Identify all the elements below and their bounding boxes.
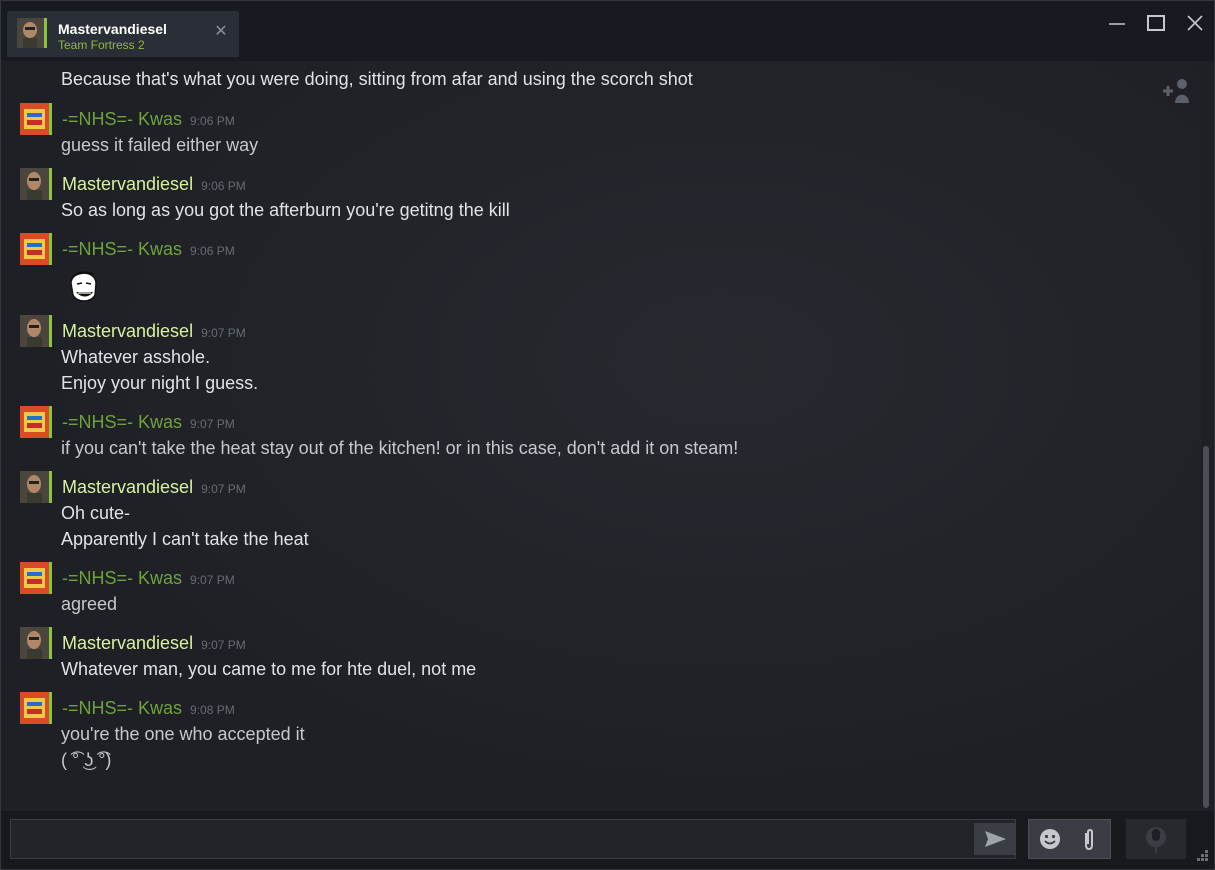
microphone-icon <box>1146 827 1166 853</box>
add-friend-icon[interactable] <box>1161 77 1193 105</box>
timestamp: 9:07 PM <box>201 638 246 652</box>
author-name[interactable]: Mastervandiesel 9:07 PM <box>62 477 246 498</box>
tab-game: Team Fortress 2 <box>58 38 145 52</box>
tab-avatar <box>17 18 47 48</box>
timestamp: 9:06 PM <box>190 244 235 258</box>
author-name[interactable]: -=NHS=- Kwas 9:07 PM <box>62 568 235 589</box>
message-line: you're the one who accepted it <box>61 724 305 744</box>
tab-name: Mastervandiesel <box>58 21 167 37</box>
timestamp: 9:07 PM <box>201 482 246 496</box>
author-name[interactable]: -=NHS=- Kwas 9:06 PM <box>62 239 235 260</box>
message-line: Enjoy your night I guess. <box>61 373 259 393</box>
message-line: agreed <box>61 594 118 614</box>
avatar[interactable] <box>20 168 52 200</box>
send-button[interactable] <box>974 823 1016 855</box>
avatar[interactable] <box>20 103 52 135</box>
message-line: Because that's what you were doing, sitt… <box>61 69 693 89</box>
author-name[interactable]: -=NHS=- Kwas 9:07 PM <box>62 412 235 433</box>
timestamp: 9:06 PM <box>190 114 235 128</box>
message-line: if you can't take the heat stay out of t… <box>61 438 739 458</box>
emote-attach-group <box>1028 819 1111 859</box>
scrollbar-thumb[interactable] <box>1203 446 1209 808</box>
author-name[interactable]: Mastervandiesel 9:07 PM <box>62 321 246 342</box>
avatar[interactable] <box>20 233 52 265</box>
title-bar: Mastervandiesel Team Fortress 2 ✕ <box>1 1 1214 61</box>
resize-grip-icon[interactable] <box>1193 846 1209 862</box>
avatar[interactable] <box>20 562 52 594</box>
chat-window: Mastervandiesel Team Fortress 2 ✕ Becaus… <box>0 0 1215 870</box>
avatar[interactable] <box>20 627 52 659</box>
timestamp: 9:06 PM <box>201 179 246 193</box>
message-line: Whatever asshole. <box>61 347 211 367</box>
avatar[interactable] <box>20 406 52 438</box>
chat-tab[interactable]: Mastervandiesel Team Fortress 2 ✕ <box>7 11 239 57</box>
author-name[interactable]: Mastervandiesel 9:06 PM <box>62 174 246 195</box>
close-window-icon[interactable] <box>1185 13 1205 33</box>
composer-bar <box>1 811 1214 869</box>
timestamp: 9:07 PM <box>190 417 235 431</box>
paperclip-icon[interactable] <box>1077 828 1101 852</box>
avatar[interactable] <box>20 471 52 503</box>
message-line: Oh cute- <box>61 503 131 523</box>
meme-face-emoticon <box>65 267 101 305</box>
author-name[interactable]: -=NHS=- Kwas 9:08 PM <box>62 698 235 719</box>
timestamp: 9:08 PM <box>190 703 235 717</box>
author-name[interactable]: Mastervandiesel 9:07 PM <box>62 633 246 654</box>
message-line: Apparently I can't take the heat <box>61 529 309 549</box>
timestamp: 9:07 PM <box>190 573 235 587</box>
maximize-icon[interactable] <box>1146 13 1166 33</box>
voice-button[interactable] <box>1126 819 1186 859</box>
timestamp: 9:07 PM <box>201 326 246 340</box>
message-line: Whatever man, you came to me for hte due… <box>61 659 477 679</box>
send-icon <box>985 831 1006 847</box>
message-line: ( ͡° ͜ʖ ͡°) <box>61 750 112 770</box>
close-tab-icon[interactable]: ✕ <box>213 24 229 40</box>
message-line: So as long as you got the afterburn you'… <box>61 200 510 220</box>
minimize-icon[interactable] <box>1107 13 1127 33</box>
author-name[interactable]: -=NHS=- Kwas 9:06 PM <box>62 109 235 130</box>
avatar[interactable] <box>20 692 52 724</box>
emoji-icon[interactable] <box>1039 828 1061 850</box>
avatar[interactable] <box>20 315 52 347</box>
chat-log: Because that's what you were doing, sitt… <box>5 61 1201 809</box>
message-line: guess it failed either way <box>61 135 259 155</box>
message-input[interactable] <box>10 819 1016 859</box>
